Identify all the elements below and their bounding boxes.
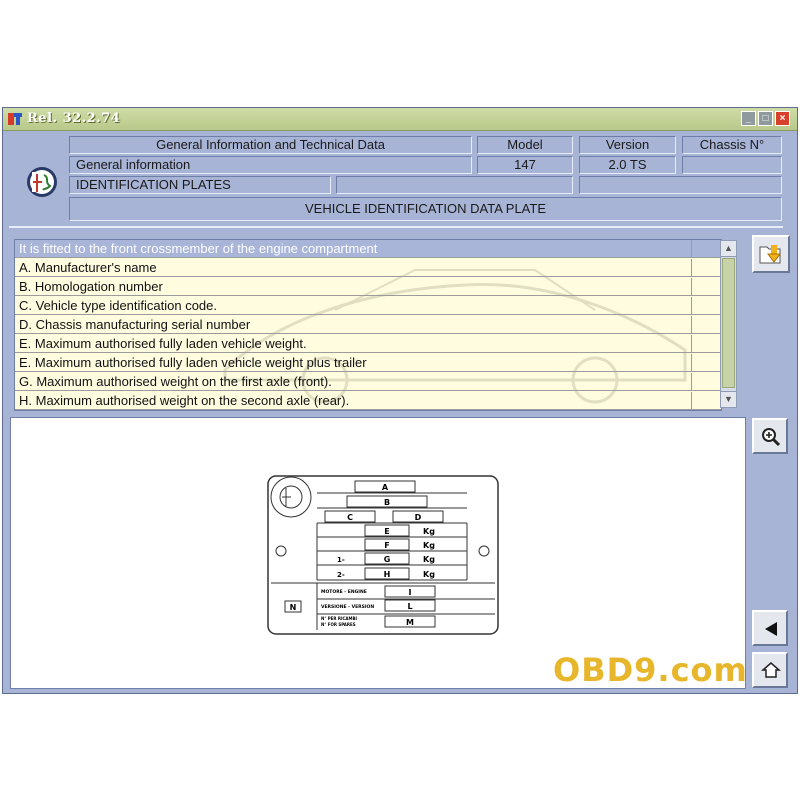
page-title: VEHICLE IDENTIFICATION DATA PLATE [69, 197, 782, 221]
plate-motore: MOTORE - ENGINE [321, 589, 367, 595]
scroll-thumb[interactable] [722, 258, 735, 388]
plate-axle-2: 2- [337, 571, 345, 579]
model-value: 147 [477, 156, 573, 174]
chassis-value [682, 156, 782, 174]
model-label: Model [477, 136, 573, 154]
list-item-side [691, 392, 721, 410]
list-item[interactable]: G. Maximum authorised weight on the firs… [15, 373, 691, 391]
plate-label-d: D [415, 513, 422, 522]
identification-plate-diagram: A B C D E F G H I L M N Kg Kg Kg Kg 1- 2… [267, 475, 499, 635]
chassis-label: Chassis N° [682, 136, 782, 154]
plate-label-c: C [347, 513, 353, 522]
plate-versione: VERSIONE - VERSION [321, 604, 374, 610]
header-divider [9, 226, 783, 228]
plate-label-m: M [406, 618, 414, 627]
zoom-icon [762, 428, 781, 447]
list-scrollbar[interactable]: ▲ ▼ [720, 240, 737, 408]
brand-logo-icon [27, 167, 57, 197]
list-item-side [691, 240, 721, 258]
topic-field-2 [336, 176, 573, 194]
plate-label-f: F [384, 541, 389, 550]
back-arrow-icon [765, 622, 777, 636]
list-item[interactable]: E. Maximum authorised fully laden vehicl… [15, 335, 691, 353]
list-item-side [691, 335, 721, 353]
folder-button[interactable] [752, 235, 790, 273]
diagram-area: A B C D E F G H I L M N Kg Kg Kg Kg 1- 2… [10, 417, 746, 689]
info-list[interactable]: It is fitted to the front crossmember of… [14, 239, 722, 411]
plate-label-h: H [384, 570, 391, 579]
plate-label-g: G [384, 555, 391, 564]
list-item[interactable]: A. Manufacturer's name [15, 259, 691, 277]
plate-unit-g: Kg [423, 555, 435, 564]
list-item[interactable]: It is fitted to the front crossmember of… [15, 240, 691, 258]
back-button[interactable] [752, 610, 788, 646]
list-item[interactable]: D. Chassis manufacturing serial number [15, 316, 691, 334]
zoom-button[interactable] [752, 418, 788, 454]
home-button[interactable] [752, 652, 788, 688]
plate-axle-1: 1- [337, 556, 345, 564]
plate-label-a: A [382, 483, 389, 492]
plate-unit-h: Kg [423, 570, 435, 579]
list-item[interactable]: B. Homologation number [15, 278, 691, 296]
subsection-field: General information [69, 156, 472, 174]
topic-field-3 [579, 176, 782, 194]
list-item-side [691, 297, 721, 315]
plate-label-l: L [407, 602, 412, 611]
list-item-side [691, 316, 721, 334]
list-item[interactable]: E. Maximum authorised fully laden vehicl… [15, 354, 691, 372]
list-item-side [691, 373, 721, 391]
window-title: Rel. 32.2.74 [27, 111, 121, 126]
folder-arrow-icon [759, 245, 781, 264]
scroll-up-icon[interactable]: ▲ [721, 241, 736, 257]
close-button[interactable]: × [775, 111, 790, 126]
list-item[interactable]: C. Vehicle type identification code. [15, 297, 691, 315]
app-icon [8, 113, 22, 125]
maximize-button[interactable]: □ [758, 111, 773, 126]
list-item-side [691, 278, 721, 296]
minimize-button[interactable]: _ [741, 111, 756, 126]
version-value: 2.0 TS [579, 156, 676, 174]
scroll-down-icon[interactable]: ▼ [721, 391, 736, 407]
list-item-side [691, 354, 721, 372]
plate-ricambi-1: N° PER RICAMBI [321, 616, 358, 621]
plate-label-e: E [384, 527, 389, 536]
plate-label-i: I [409, 588, 412, 597]
plate-label-b: B [384, 498, 390, 507]
list-item-side [691, 259, 721, 277]
section-title: General Information and Technical Data [69, 136, 472, 154]
plate-unit-f: Kg [423, 541, 435, 550]
topic-field: IDENTIFICATION PLATES [69, 176, 331, 194]
version-label: Version [579, 136, 676, 154]
title-bar[interactable]: Rel. 32.2.74 _ □ × [3, 108, 797, 131]
list-item[interactable]: H. Maximum authorised weight on the seco… [15, 392, 691, 410]
watermark: OBD9.com [553, 651, 748, 689]
plate-label-n: N [290, 603, 297, 612]
plate-ricambi-2: N° FOR SPARES [321, 622, 356, 627]
home-icon [761, 662, 781, 678]
plate-unit-e: Kg [423, 527, 435, 536]
